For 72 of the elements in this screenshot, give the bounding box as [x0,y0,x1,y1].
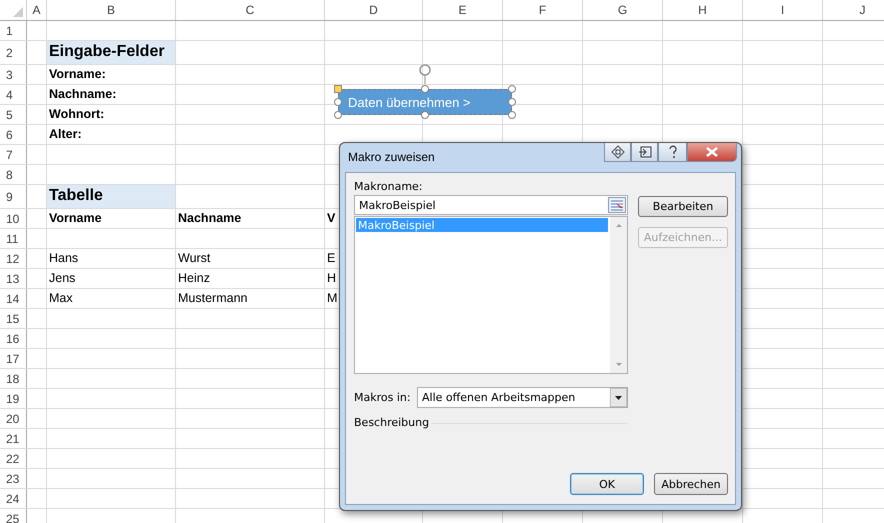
row-header[interactable]: 22 [0,449,27,469]
table-cell: H [327,271,336,285]
row-header[interactable]: 13 [0,269,27,289]
table-cell: Heinz [178,271,210,285]
column-header[interactable]: D [325,0,423,20]
close-icon[interactable] [687,143,737,162]
row-header[interactable]: 5 [0,105,27,125]
table-cell-text: Jens [48,270,76,287]
resize-handle[interactable] [421,111,429,119]
row-header[interactable]: 24 [0,489,27,509]
dialog-title: Makro zuweisen [348,150,435,164]
column-header[interactable]: A [27,0,47,20]
scrollbar[interactable] [610,217,627,373]
caret-icon[interactable] [610,388,627,407]
table-cell-text: Vorname [48,210,103,227]
table-cell-text: Max [48,290,74,307]
description-label: Beschreibung [354,416,430,429]
table-cell: M [327,291,338,305]
macro-name-label: Makroname: [354,180,423,193]
row-header[interactable]: 23 [0,469,27,489]
ok-button[interactable]: OK [570,473,644,495]
range-select-icon[interactable] [608,197,626,213]
macros-in-dropdown[interactable]: Alle offenen Arbeitsmappen [417,387,628,408]
table-cell: Mustermann [178,291,248,305]
help-icon[interactable] [658,143,687,162]
row-header[interactable]: 12 [0,249,27,269]
row-header[interactable]: 14 [0,289,27,309]
section-heading: Eingabe-Felder [47,41,175,64]
row-header[interactable]: 21 [0,429,27,449]
row-header[interactable]: 9 [0,185,27,209]
resize-handle[interactable] [421,85,429,93]
column-header[interactable]: F [503,0,583,20]
row-header[interactable]: 17 [0,349,27,369]
table-cell-text: Hans [48,250,80,267]
row-header[interactable]: 11 [0,229,27,249]
column-header[interactable]: H [663,0,743,20]
table-cell-text: Wohnort: [48,106,106,123]
row-header[interactable]: 2 [0,41,27,65]
table-cell: E [327,251,336,265]
row-header[interactable]: 10 [0,209,27,229]
row-header[interactable]: 15 [0,309,27,329]
table-cell: Wurst [178,251,210,265]
rotate-handle-icon[interactable] [417,64,433,84]
row-header[interactable]: 7 [0,145,27,165]
table-cell-text: Nachname: [48,86,118,103]
column-header[interactable]: G [583,0,663,20]
macros-in-label: Makros in: [354,391,411,404]
macro-name-field[interactable]: MakroBeispiel [354,195,628,215]
row-header[interactable]: 4 [0,85,27,105]
column-header[interactable]: E [423,0,503,20]
row-header[interactable]: 6 [0,125,27,145]
row-header[interactable]: 8 [0,165,27,185]
row-header[interactable]: 20 [0,409,27,429]
column-header[interactable]: J [823,0,884,20]
table-cell-text: Vorname: [48,66,107,83]
cancel-button[interactable]: Abbrechen [654,473,728,495]
row-header[interactable]: 16 [0,329,27,349]
table-cell: V [327,211,336,225]
collapse-icon[interactable] [631,143,658,162]
move-icon[interactable] [604,143,631,162]
edit-button[interactable]: Bearbeiten [638,196,728,217]
row-header[interactable]: 25 [0,509,27,523]
row-header[interactable]: 18 [0,369,27,389]
row-header[interactable]: 1 [0,21,27,41]
column-header[interactable]: I [743,0,823,20]
column-header[interactable]: B [47,0,176,20]
row-header[interactable]: 19 [0,389,27,409]
table-cell-text: Alter: [48,126,83,143]
row-header[interactable]: 3 [0,65,27,85]
table-cell: Nachname [178,211,242,225]
section-heading: Tabelle [47,185,175,208]
column-header[interactable]: C [176,0,325,20]
